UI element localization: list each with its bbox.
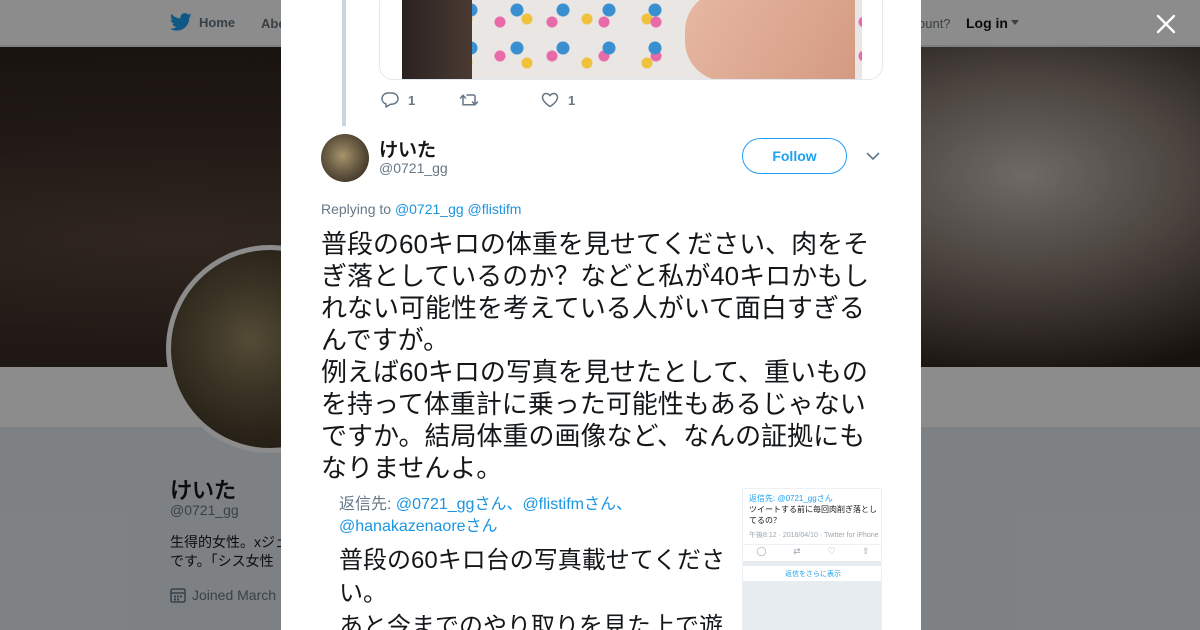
like-action[interactable]: 1 [541, 92, 575, 108]
follow-button[interactable]: Follow [742, 138, 847, 174]
screenshot-meta: 午後8:12 · 2018/04/10 · Twitter for iPhone [749, 532, 879, 539]
embedded-image-text: 返信先: @0721_ggさん、@flistifmさん、 @hanakazena… [339, 494, 729, 630]
close-button[interactable] [1152, 10, 1180, 38]
heart-icon: ♡ [827, 546, 836, 556]
speech-bubble-icon: ◯ [756, 546, 767, 556]
screenshot-empty-area [743, 581, 881, 630]
previous-tweet-actions: 1 1 [381, 92, 575, 108]
replying-to: Replying to @0721_gg @flistifm [321, 201, 521, 217]
retweet-icon [459, 94, 479, 106]
previous-tweet-media[interactable] [379, 0, 883, 80]
conversation-thread-line [342, 0, 346, 126]
screenshot-show-more: 返信をさらに表示 [785, 571, 841, 578]
close-icon [1156, 14, 1176, 34]
replying-to-user[interactable]: @0721_gg [395, 201, 464, 217]
screenshot-tweet-line-2: てるの？ [749, 516, 781, 525]
retweet-icon: ⇄ [793, 546, 801, 556]
screenshot-reply-line: 返信先: @0721_ggさん [749, 494, 833, 503]
share-icon: ⇪ [862, 546, 870, 556]
embedded-reply-line: 返信先: @0721_ggさん、@flistifmさん、 @hanakazena… [339, 494, 729, 538]
author-avatar[interactable] [321, 134, 369, 182]
reply-action[interactable]: 1 [381, 92, 459, 108]
reply-count: 1 [408, 92, 416, 108]
embedded-reply-users: @0721_ggさん、@flistifmさん、 [395, 496, 633, 513]
screenshot-tweet-line: ツイートする前に毎回肉削ぎ落とし [749, 505, 877, 514]
chevron-down-icon[interactable] [865, 148, 881, 164]
replying-to-prefix: Replying to [321, 201, 392, 217]
embedded-reply-users-2: @hanakazenaoreさん [339, 518, 498, 535]
like-count: 1 [568, 92, 576, 108]
heart-icon [541, 92, 559, 108]
author-handle[interactable]: @0721_gg [379, 160, 448, 176]
tweet-text: 普段の60キロの体重を見せてください、肉をそぎ落としているのか？などと私が40キ… [321, 229, 870, 483]
screenshot-actions: ◯ ⇄ ♡ ⇪ [743, 544, 881, 558]
retweet-action[interactable] [459, 92, 541, 108]
author-name[interactable]: けいた [379, 135, 436, 162]
embedded-screenshot[interactable]: 返信先: @0721_ggさん ツイートする前に毎回肉削ぎ落とし てるの？ 午後… [742, 488, 882, 630]
screenshot-divider [743, 561, 881, 566]
embedded-reply-prefix: 返信先: [339, 496, 392, 513]
replying-to-user[interactable]: @flistifm [468, 201, 522, 217]
media-image-hair [402, 0, 472, 79]
media-image-hand [685, 0, 855, 79]
embedded-tweet-body: 普段の60キロ台の写真載せてください。 あと今までのやり取りを見た上で遊 [339, 547, 725, 630]
tweet-modal: 1 1 けいた @0721_gg Follow Replying to @072… [281, 0, 921, 630]
speech-bubble-icon [381, 92, 399, 108]
